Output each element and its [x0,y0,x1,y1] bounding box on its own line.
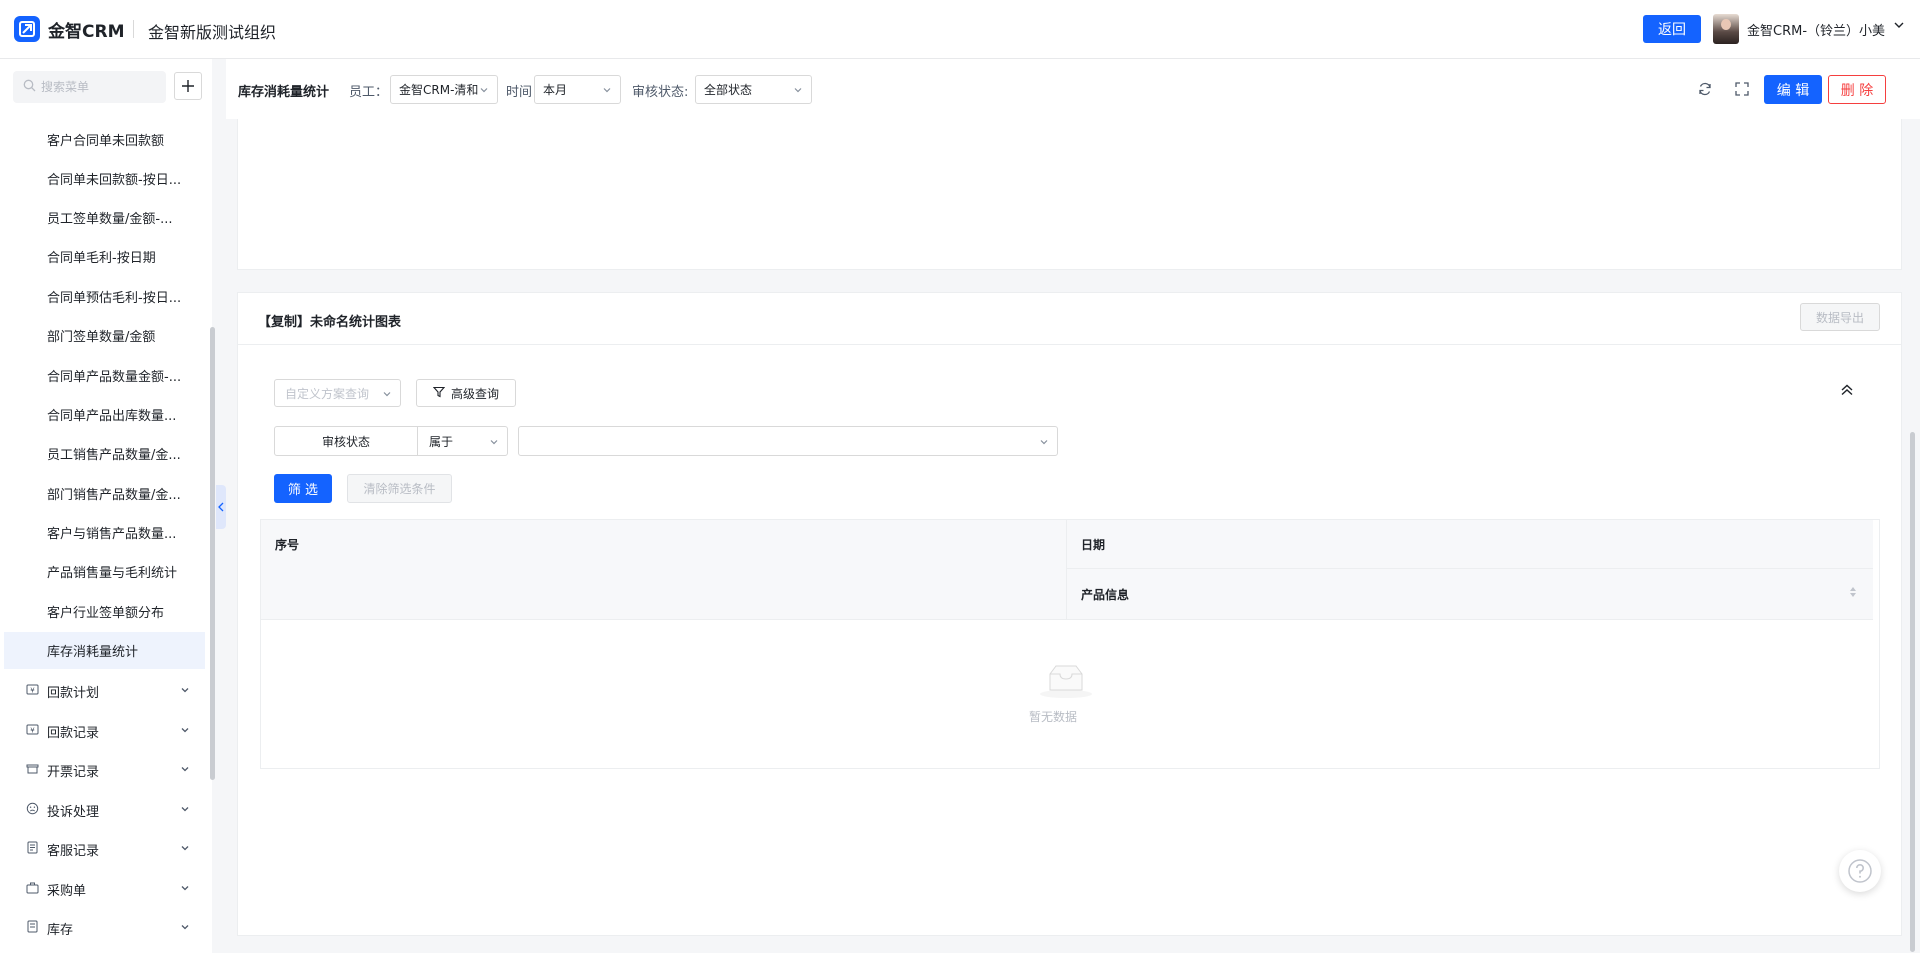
audit-status-select[interactable]: 全部状态 [695,75,812,104]
clear-filter-button[interactable]: 清除筛选条件 [347,474,452,503]
complaint-icon [26,802,39,819]
empty-state-text: 暂无数据 [1028,710,1077,724]
chevron-down-icon [180,724,190,739]
chevron-down-icon [479,84,489,98]
search-icon [23,79,36,96]
export-data-button[interactable]: 数据导出 [1800,303,1880,331]
payment-record-icon: ¥ [26,723,39,740]
sidebar-item-employee-product-sales[interactable]: 员工销售产品数量/金... [4,435,205,472]
collapse-up-icon[interactable] [1840,383,1854,401]
employee-label: 员工： [349,85,389,100]
advanced-query-button[interactable]: 高级查询 [416,379,516,407]
data-table: 序号 日期 产品信息 暂无数据 [260,519,1880,769]
chevron-left-icon [218,502,224,512]
empty-inbox-icon [1038,660,1094,704]
fullscreen-icon[interactable] [1732,79,1752,99]
logo-divider [133,20,134,38]
sidebar-item-employee-sign-count[interactable]: 员工签单数量/金额-... [4,199,205,236]
invoice-icon [26,762,39,779]
chevron-down-icon[interactable] [1893,19,1905,35]
chevron-down-icon [180,684,190,699]
sidebar-item-contract-product-outbound[interactable]: 合同单产品出库数量... [4,396,205,433]
sidebar: 客户合同单未回款额 合同单未回款额-按日... 员工签单数量/金额-... 合同… [0,59,212,953]
organization-name[interactable]: 金智新版测试组织 [148,19,276,43]
sidebar-item-product-sales-profit[interactable]: 产品销售量与毛利统计 [4,553,205,590]
filter-icon [432,386,446,401]
chevron-down-icon [180,921,190,936]
filter-button[interactable]: 筛 选 [274,474,332,503]
svg-text:¥: ¥ [30,687,35,695]
column-header-date: 日期 [1067,520,1873,569]
sidebar-item-customer-contract-unpaid[interactable]: 客户合同单未回款额 [4,121,205,158]
chevron-down-icon [180,842,190,857]
sidebar-group-complaint[interactable]: 投诉处理 [4,790,205,827]
content-scrollbar[interactable] [1910,432,1915,952]
sidebar-group-payment-record[interactable]: ¥ 回款记录 [4,711,205,748]
back-button[interactable]: 返回 [1643,15,1701,43]
column-header-product[interactable]: 产品信息 [1067,569,1873,619]
report-title: 库存消耗量统计 [238,85,330,100]
sidebar-item-inventory-consumption[interactable]: 库存消耗量统计 [4,632,205,669]
sidebar-item-customer-product-sales[interactable]: 客户与销售产品数量... [4,514,205,551]
sidebar-item-contract-estimated-profit[interactable]: 合同单预估毛利-按日... [4,278,205,315]
chevron-down-icon [489,436,499,450]
sidebar-item-department-sign-count[interactable]: 部门签单数量/金额 [4,317,205,354]
time-label: 时间 [506,85,533,100]
plus-icon [182,80,194,92]
payment-plan-icon: ¥ [26,683,39,700]
sidebar-item-contract-product-amount[interactable]: 合同单产品数量金额-... [4,357,205,394]
custom-scheme-select[interactable]: 自定义方案查询 [274,379,401,407]
sidebar-item-contract-unpaid-by-date[interactable]: 合同单未回款额-按日... [4,160,205,197]
sidebar-item-contract-gross-profit[interactable]: 合同单毛利-按日期 [4,238,205,275]
sort-icon[interactable] [1849,586,1857,601]
question-icon [1848,859,1872,883]
report-toolbar: 库存消耗量统计 员工： 金智CRM-清和 时间 本月 审核状态: 全部状态 编 … [226,59,1920,119]
sidebar-collapse-toggle[interactable] [216,485,226,529]
condition-value-select[interactable] [518,426,1058,456]
chevron-down-icon [180,803,190,818]
chart-area-card [237,119,1902,270]
crm-logo-icon [14,16,40,42]
card-header: 【复制】未命名统计图表 数据导出 [238,293,1901,345]
card-title: 【复制】未命名统计图表 [258,315,402,330]
chevron-down-icon [382,388,392,402]
sidebar-item-customer-industry-distribution[interactable]: 客户行业签单额分布 [4,593,205,630]
edit-button[interactable]: 编 辑 [1764,75,1822,104]
condition-field: 审核状态 [274,426,418,456]
sidebar-group-payment-plan[interactable]: ¥ 回款计划 [4,671,205,708]
help-button[interactable] [1839,850,1881,892]
service-record-icon [26,841,39,858]
sidebar-item-department-product-sales[interactable]: 部门销售产品数量/金... [4,475,205,512]
add-menu-button[interactable] [174,72,202,100]
time-select[interactable]: 本月 [534,75,621,104]
user-name[interactable]: 金智CRM-（铃兰）小美 [1747,20,1885,39]
chevron-down-icon [602,84,612,98]
menu-search-input[interactable] [41,80,151,94]
employee-select[interactable]: 金智CRM-清和 [390,75,498,104]
user-avatar[interactable] [1713,14,1739,44]
app-logo-text: 金智CRM [48,22,125,42]
menu-search-box[interactable] [13,71,166,103]
statistics-table-card: 【复制】未命名统计图表 数据导出 自定义方案查询 高级查询 审核状态 属于 筛 … [237,292,1902,936]
condition-operator-select[interactable]: 属于 [417,426,508,456]
purchase-icon [26,881,39,898]
chevron-down-icon [180,763,190,778]
refresh-icon[interactable] [1695,79,1715,99]
column-header-no: 序号 [261,520,1067,619]
sidebar-group-service-record[interactable]: 客服记录 [4,829,205,866]
svg-text:¥: ¥ [30,727,35,735]
audit-status-label: 审核状态: [632,85,689,100]
sidebar-scrollbar[interactable] [210,327,215,780]
chevron-down-icon [1039,436,1049,451]
sidebar-group-purchase[interactable]: 采购单 [4,869,205,906]
inventory-icon [26,920,39,937]
top-bar: 金智CRM 金智新版测试组织 返回 金智CRM-（铃兰）小美 [0,0,1920,59]
sidebar-group-invoice[interactable]: 开票记录 [4,750,205,787]
delete-button[interactable]: 删 除 [1828,75,1886,104]
chevron-down-icon [180,882,190,897]
sidebar-group-inventory[interactable]: 库存 [4,908,205,945]
table-divider [261,619,1873,620]
chevron-down-icon [793,84,803,98]
